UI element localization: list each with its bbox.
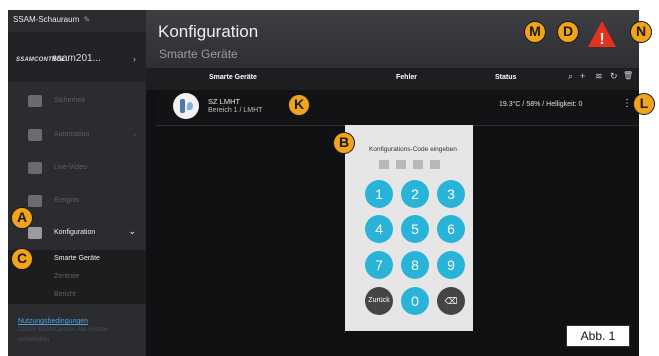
toolbar: ⌕ + ≋ ↻ 🗑 [568, 71, 638, 85]
device-status: 19.3°C / 58% / Helligkeit: 0 [499, 101, 583, 108]
more-menu-icon[interactable]: ⋮ [622, 98, 632, 109]
code-dot [396, 160, 406, 169]
key-4[interactable]: 4 [365, 215, 393, 243]
sidebar-item-security[interactable]: Sicherheit [8, 86, 146, 118]
site-name: SSAM-Schauraum [13, 15, 80, 24]
list-icon [28, 195, 42, 207]
trash-icon[interactable]: 🗑 [623, 71, 633, 80]
delete-key-icon[interactable]: ⌫ [437, 287, 465, 315]
badge-a: A [11, 207, 33, 229]
badge-b: B [333, 132, 355, 154]
key-9[interactable]: 9 [437, 251, 465, 279]
config-code-keypad: Konfigurations-Code eingeben 1 2 3 4 5 6… [345, 125, 473, 331]
table-header: Smarte Geräte Fehler Status [146, 68, 639, 90]
camera-icon [28, 162, 42, 174]
chevron-right-icon: › [133, 54, 136, 64]
sidebar-subitem-label: Smarte Geräte [54, 255, 100, 262]
key-7[interactable]: 7 [365, 251, 393, 279]
code-indicator [379, 160, 443, 170]
code-dot [430, 160, 440, 169]
key-0[interactable]: 0 [401, 287, 429, 315]
sidebar-subitem-label: Zentrale [54, 273, 80, 280]
column-status: Status [495, 74, 517, 81]
key-3[interactable]: 3 [437, 180, 465, 208]
page-subtitle: Smarte Geräte [159, 47, 238, 61]
terms-link[interactable]: Nutzungsbedingungen [18, 318, 146, 325]
refresh-icon[interactable]: ↻ [610, 71, 618, 82]
chevron-down-icon: ⌄ [128, 226, 136, 236]
key-1[interactable]: 1 [365, 180, 393, 208]
page-title: Konfiguration [158, 22, 259, 41]
warning-mark: ! [599, 31, 604, 48]
sidebar-item-label: Ereignis [54, 197, 80, 204]
badge-d: D [557, 21, 579, 43]
sidebar-footer: Nutzungsbedingungen ©2018 SSAMControl. A… [8, 306, 146, 356]
sidebar-subitem-label: Bericht [54, 291, 76, 298]
sidebar: SSAM-Schauraum ✎ SSAMCONTROL ssam201... … [8, 10, 146, 356]
key-6[interactable]: 6 [437, 215, 465, 243]
sidebar-item-automation[interactable]: Automation › [8, 120, 146, 152]
column-error: Fehler [396, 74, 418, 81]
search-icon[interactable]: ⌕ [568, 71, 573, 82]
key-2[interactable]: 2 [401, 180, 429, 208]
badge-l: L [633, 93, 655, 115]
shield-icon [28, 95, 42, 107]
keypad-title: Konfigurations-Code eingeben [369, 146, 457, 153]
edit-icon[interactable]: ✎ [83, 15, 90, 24]
code-dot [413, 160, 423, 169]
figure-label: Abb. 1 [566, 325, 630, 347]
column-device: Smarte Geräte [209, 74, 257, 81]
code-dot [379, 160, 389, 169]
system-name: ssam201... [52, 53, 101, 64]
sliders-icon [28, 129, 42, 141]
site-header[interactable]: SSAM-Schauraum ✎ [8, 10, 146, 32]
droplet-icon [187, 102, 193, 110]
key-8[interactable]: 8 [401, 251, 429, 279]
gear-icon [28, 227, 42, 239]
warning-icon: ! [588, 21, 616, 48]
sidebar-item-label: Live-Video [54, 164, 87, 171]
sidebar-subitem-hub[interactable]: Zentrale [8, 268, 146, 286]
thermometer-icon [180, 99, 185, 113]
badge-k: K [288, 94, 310, 116]
add-icon[interactable]: + [580, 71, 585, 81]
sidebar-subitem-report[interactable]: Bericht [8, 286, 146, 304]
copyright-line-1: ©2018 SSAMControl. Alle Rechte [18, 327, 108, 333]
sidebar-item-label: Automation [54, 131, 90, 138]
table-row[interactable]: SZ LMHT Bereich 1 / LMHT 19.3°C / 58% / … [156, 90, 639, 126]
device-location: Bereich 1 / LMHT [208, 107, 263, 114]
chevron-right-icon: › [133, 130, 136, 139]
sidebar-item-label: Sicherheit [54, 97, 86, 104]
back-button[interactable]: Zurück [365, 287, 393, 315]
screenshot-frame: SSAM-Schauraum ✎ SSAMCONTROL ssam201... … [0, 0, 659, 356]
wifi-icon[interactable]: ≋ [595, 71, 603, 82]
badge-n: N [630, 21, 652, 43]
device-thumbnail [173, 93, 199, 119]
sidebar-item-label: Konfiguration [54, 229, 96, 236]
badge-m: M [524, 21, 546, 43]
badge-c: C [11, 248, 33, 270]
copyright-line-2: vorbehalten [18, 337, 50, 343]
device-name: SZ LMHT [208, 97, 241, 106]
sidebar-item-live-video[interactable]: Live-Video [8, 153, 146, 185]
system-selector[interactable]: SSAMCONTROL ssam201... › [8, 32, 146, 82]
key-5[interactable]: 5 [401, 215, 429, 243]
